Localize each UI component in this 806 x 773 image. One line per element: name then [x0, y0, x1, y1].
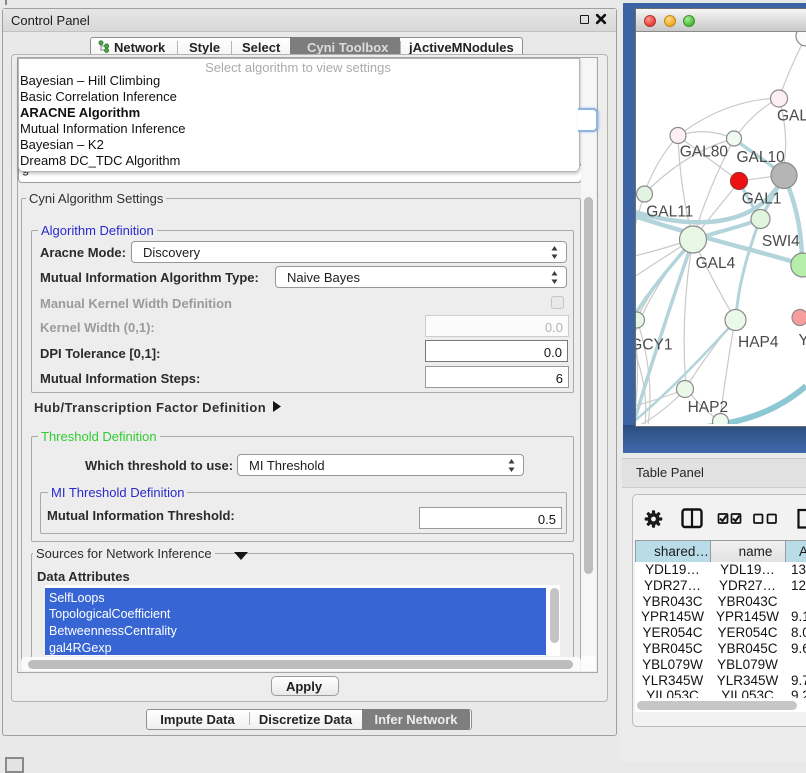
- svg-text:YDR: YDR: [799, 332, 806, 349]
- svg-text:SWI4: SWI4: [762, 233, 800, 250]
- svg-text:HAP2: HAP2: [688, 399, 729, 416]
- svg-text:GCY1: GCY1: [636, 337, 673, 354]
- svg-text:GAL10: GAL10: [737, 149, 786, 166]
- svg-text:GAL80: GAL80: [680, 144, 729, 161]
- svg-text:GAL11: GAL11: [646, 204, 693, 221]
- svg-text:HAP4: HAP4: [738, 334, 779, 351]
- svg-text:GAL1: GAL1: [742, 190, 782, 207]
- svg-text:GAL4: GAL4: [696, 255, 736, 272]
- svg-text:GAL2: GAL2: [777, 108, 806, 125]
